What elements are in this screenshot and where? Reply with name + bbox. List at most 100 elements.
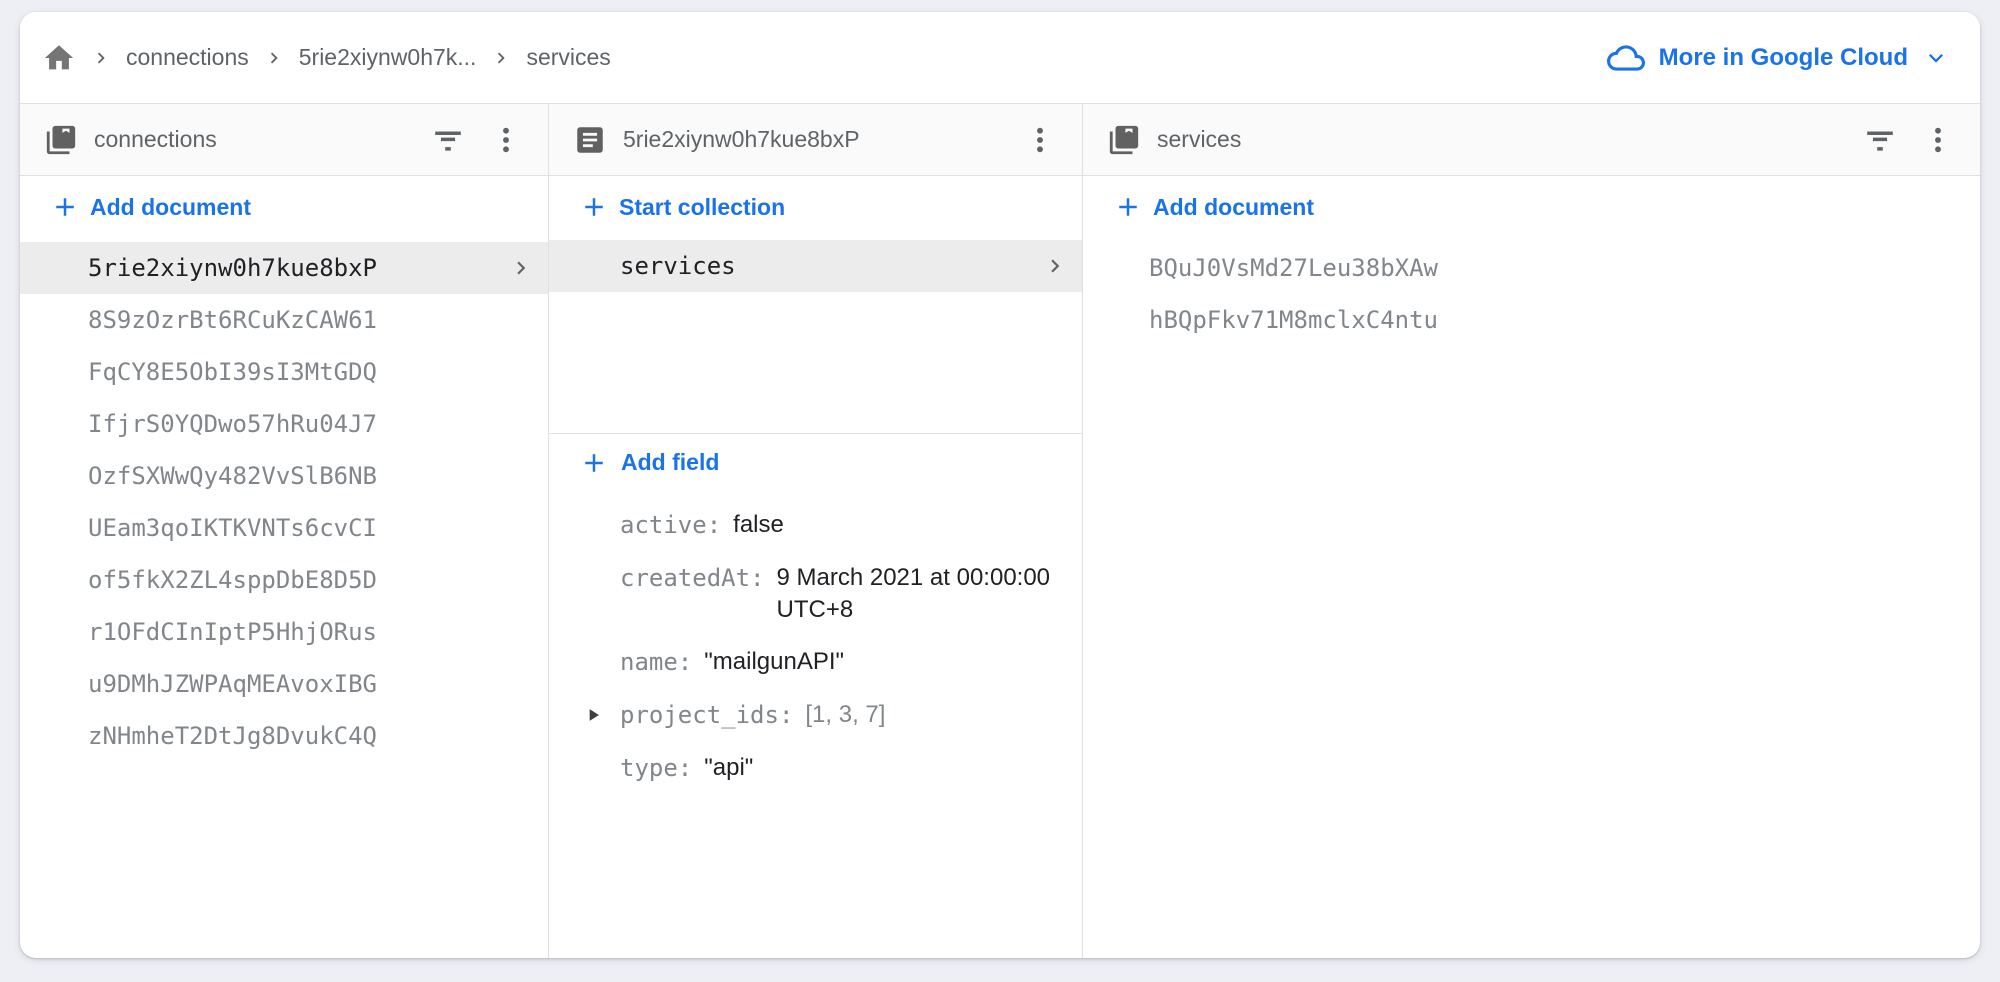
panel-menu-button[interactable] [1918,120,1958,160]
list-item[interactable]: hBQpFkv71M8mclxC4ntu [1083,294,1980,346]
breadcrumb-item-connections[interactable]: connections [126,44,249,71]
breadcrumb: connections 5rie2xiynw0h7k... services M… [20,12,1980,104]
list-item[interactable]: BQuJ0VsMd27Leu38bXAw [1083,242,1980,294]
filter-list-icon [1863,123,1897,157]
field-value: [1, 3, 7] [805,699,885,731]
panel-collection-services: services Add document BQuJ0VsMd27Leu38bX… [1083,104,1980,958]
plus-icon [579,192,609,222]
list-item-label: 5rie2xiynw0h7kue8bxP [88,254,377,282]
list-item-label: 8S9zOzrBt6RCuKzCAW61 [88,306,377,334]
firestore-data-card: connections 5rie2xiynw0h7k... services M… [20,12,1980,958]
services-doc-list: BQuJ0VsMd27Leu38bXAw hBQpFkv71M8mclxC4ntu [1083,238,1980,346]
panel-header-services: services [1083,104,1980,176]
list-item-label: OzfSXWwQy482VvSlB6NB [88,462,377,490]
field-name: createdAt: [620,564,765,592]
list-item[interactable]: UEam3qoIKTKVNTs6cvCI [20,502,548,554]
filter-list-icon [431,123,465,157]
list-item-label: zNHmheT2DtJg8DvukC4Q [88,722,377,750]
list-item-label: services [620,252,736,280]
start-collection-label: Start collection [619,194,785,221]
panel-document-details: 5rie2xiynw0h7kue8bxP Start collection se… [549,104,1083,958]
panel-menu-button[interactable] [1020,120,1060,160]
list-item[interactable]: of5fkX2ZL4sppDbE8D5D [20,554,548,606]
field-value: 9 March 2021 at 00:00:00UTC+8 [777,562,1051,626]
field-row-active[interactable]: active: false [549,499,1082,552]
panel-title-document: 5rie2xiynw0h7kue8bxP [623,126,860,153]
add-document-button[interactable]: Add document [20,176,548,238]
filter-button[interactable] [1860,120,1900,160]
list-item-label: UEam3qoIKTKVNTs6cvCI [88,514,377,542]
field-value: false [733,509,784,541]
field-name: project_ids: [620,701,793,729]
panel-title-connections: connections [94,126,217,153]
add-field-label: Add field [621,449,719,476]
start-collection-button[interactable]: Start collection [549,176,1082,238]
breadcrumb-item-services[interactable]: services [526,44,610,71]
list-item-label: r1OFdCInIptP5HhjORus [88,618,377,646]
chevron-right-icon [1042,253,1068,279]
connections-doc-list: 5rie2xiynw0h7kue8bxP 8S9zOzrBt6RCuKzCAW61… [20,238,548,762]
field-name: name: [620,648,692,676]
breadcrumb-item-document[interactable]: 5rie2xiynw0h7k... [299,44,477,71]
home-icon [42,41,76,75]
list-item[interactable]: u9DMhJZWPAqMEAvoxIBG [20,658,548,710]
plus-icon [1113,192,1143,222]
plus-icon [50,192,80,222]
list-item-label: of5fkX2ZL4sppDbE8D5D [88,566,377,594]
list-item[interactable]: FqCY8E5ObI39sI3MtGDQ [20,346,548,398]
field-list: active: false createdAt: 9 March 2021 at 00… [549,491,1082,795]
selected-row-chevron [1042,253,1068,279]
filter-button[interactable] [428,120,468,160]
collections-bookmark-icon [44,123,78,157]
chevron-right-icon [263,47,285,69]
plus-icon [579,448,609,478]
list-item[interactable]: services [549,240,1082,292]
field-row-name[interactable]: name: "mailgunAPI" [549,636,1082,689]
list-item[interactable]: 8S9zOzrBt6RCuKzCAW61 [20,294,548,346]
add-document-button[interactable]: Add document [1083,176,1980,238]
add-field-button[interactable]: Add field [549,434,1082,491]
chevron-right-icon [490,47,512,69]
kebab-menu-icon [490,124,522,156]
collections-bookmark-icon [1107,123,1141,157]
panel-container: connections Add document 5rie2xiynw0h7ku… [20,104,1980,958]
field-value: "api" [704,752,753,784]
add-document-label: Add document [90,194,251,221]
panel-menu-button[interactable] [486,120,526,160]
list-item-label: u9DMhJZWPAqMEAvoxIBG [88,670,377,698]
kebab-menu-icon [1024,124,1056,156]
document-icon [573,123,607,157]
selected-row-chevron [508,255,534,281]
list-item-label: hBQpFkv71M8mclxC4ntu [1149,306,1438,334]
chevron-right-icon [90,47,112,69]
document-collection-list: services [549,238,1082,292]
cloud-icon [1607,39,1645,77]
field-value: "mailgunAPI" [704,646,844,678]
list-item-label: BQuJ0VsMd27Leu38bXAw [1149,254,1438,282]
kebab-menu-icon [1922,124,1954,156]
list-item[interactable]: zNHmheT2DtJg8DvukC4Q [20,710,548,762]
add-document-label: Add document [1153,194,1314,221]
triangle-right-icon[interactable] [583,705,603,725]
list-item[interactable]: r1OFdCInIptP5HhjORus [20,606,548,658]
field-name: active: [620,511,721,539]
list-item-label: FqCY8E5ObI39sI3MtGDQ [88,358,377,386]
field-row-type[interactable]: type: "api" [549,742,1082,795]
more-in-google-cloud-label: More in Google Cloud [1659,44,1908,72]
chevron-right-icon [508,255,534,281]
list-item[interactable]: OzfSXWwQy482VvSlB6NB [20,450,548,502]
field-row-project_ids[interactable]: project_ids: [1, 3, 7] [549,689,1082,742]
more-in-google-cloud-button[interactable]: More in Google Cloud [1607,39,1950,77]
list-item[interactable]: 5rie2xiynw0h7kue8bxP [20,242,548,294]
panel-title-services: services [1157,126,1241,153]
list-item[interactable]: IfjrS0YQDwo57hRu04J7 [20,398,548,450]
panel-header-document: 5rie2xiynw0h7kue8bxP [549,104,1082,176]
home-button[interactable] [42,41,76,75]
field-row-createdAt[interactable]: createdAt: 9 March 2021 at 00:00:00UTC+8 [549,552,1082,636]
chevron-down-icon [1922,44,1950,72]
panel-collection-connections: connections Add document 5rie2xiynw0h7ku… [20,104,549,958]
panel-header-connections: connections [20,104,548,176]
list-item-label: IfjrS0YQDwo57hRu04J7 [88,410,377,438]
panel-spacer [549,292,1082,433]
field-name: type: [620,754,692,782]
